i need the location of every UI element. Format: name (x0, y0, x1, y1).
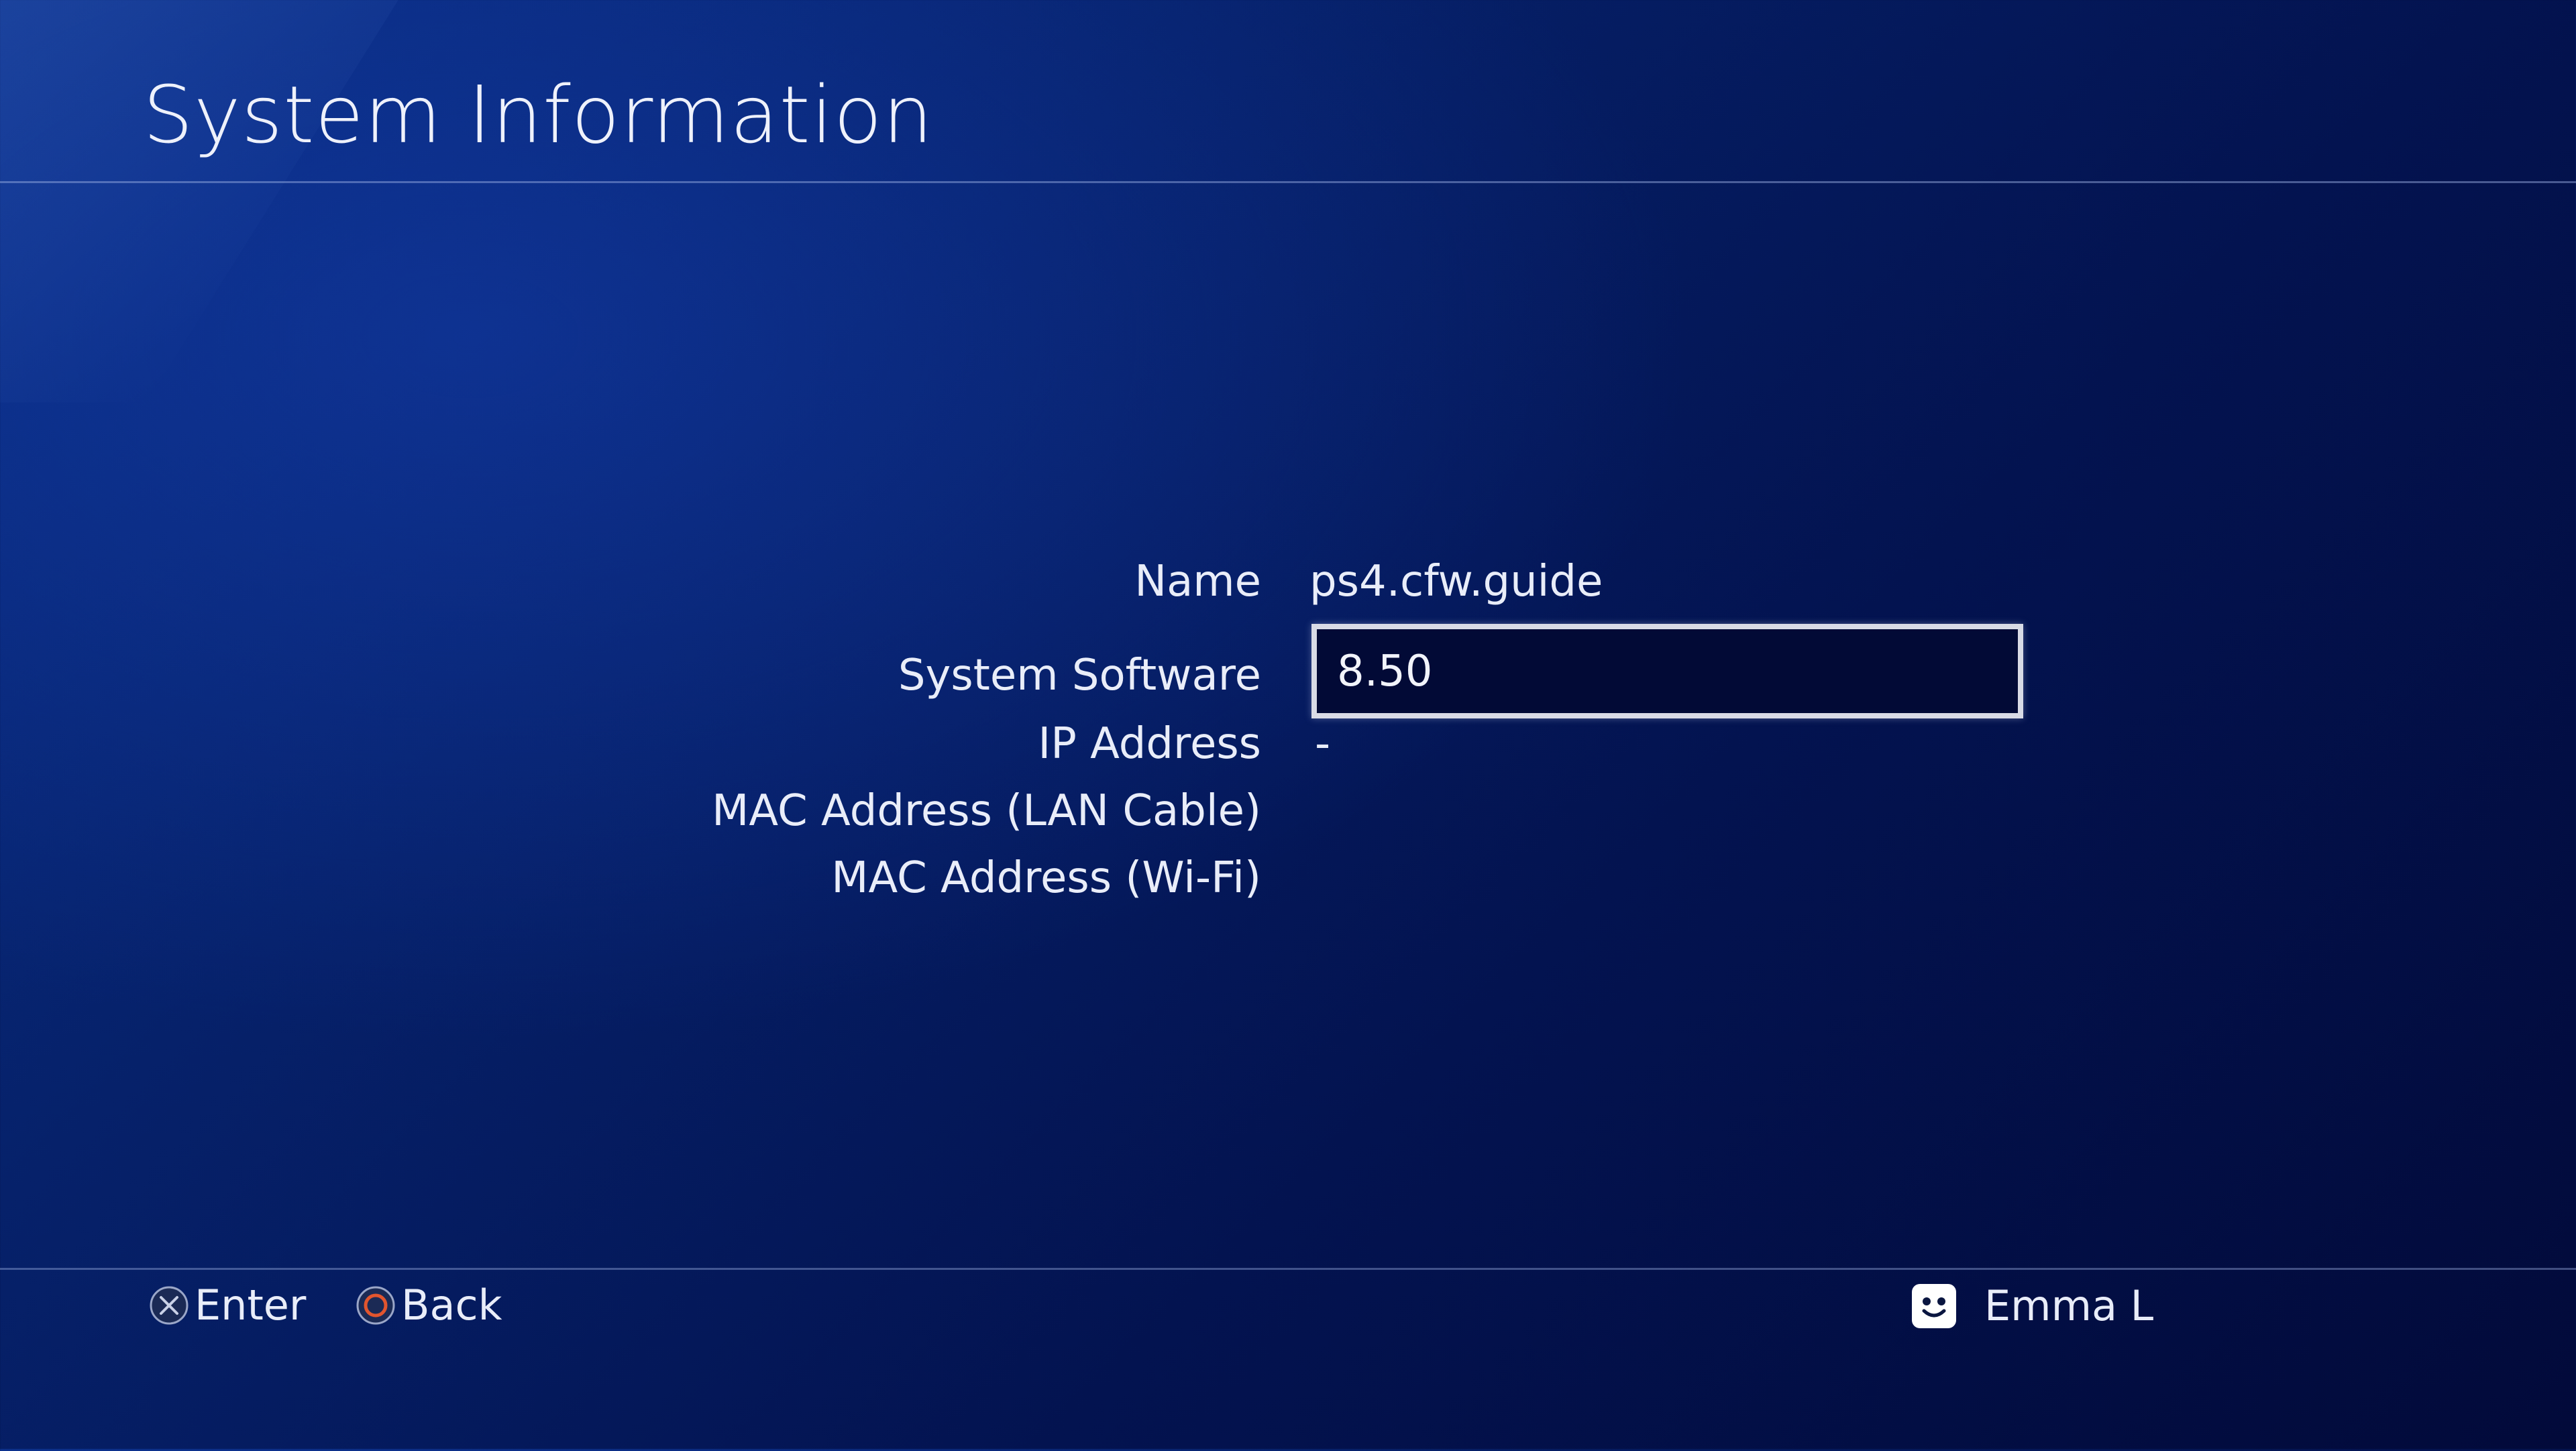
info-row-name: Name ps4.cfw.guide (0, 551, 2576, 612)
user-name: Emma L (1984, 1281, 2154, 1330)
info-value-system-software: 8.50 (1337, 647, 1433, 696)
info-label-mac-lan: MAC Address (LAN Cable) (712, 786, 1261, 836)
user-profile: Emma L (1911, 1281, 2153, 1331)
circle-button-icon (356, 1286, 395, 1325)
cross-button-icon (150, 1286, 189, 1325)
back-button[interactable]: Back (356, 1281, 502, 1330)
info-label-system-software: System Software (898, 651, 1261, 700)
enter-button[interactable]: Enter (149, 1281, 306, 1330)
system-software-focus-box[interactable]: 8.50 (1311, 624, 2023, 718)
back-button-label: Back (401, 1281, 502, 1330)
system-info-table: Name ps4.cfw.guide System Software 8.50 … (0, 0, 2576, 1449)
info-value-ip-address: - (1315, 719, 1331, 769)
info-row-mac-lan: MAC Address (LAN Cable) (0, 781, 2576, 841)
info-row-ip-address: IP Address - (0, 714, 2576, 774)
info-row-mac-wifi: MAC Address (Wi-Fi) (0, 848, 2576, 908)
avatar-icon (1912, 1284, 1956, 1328)
info-label-mac-wifi: MAC Address (Wi-Fi) (831, 853, 1261, 903)
info-row-system-software[interactable]: System Software (0, 645, 2576, 706)
info-value-name: ps4.cfw.guide (1309, 557, 1603, 606)
info-label-name: Name (1134, 557, 1261, 606)
enter-button-label: Enter (195, 1281, 307, 1330)
info-label-ip-address: IP Address (1038, 719, 1261, 769)
